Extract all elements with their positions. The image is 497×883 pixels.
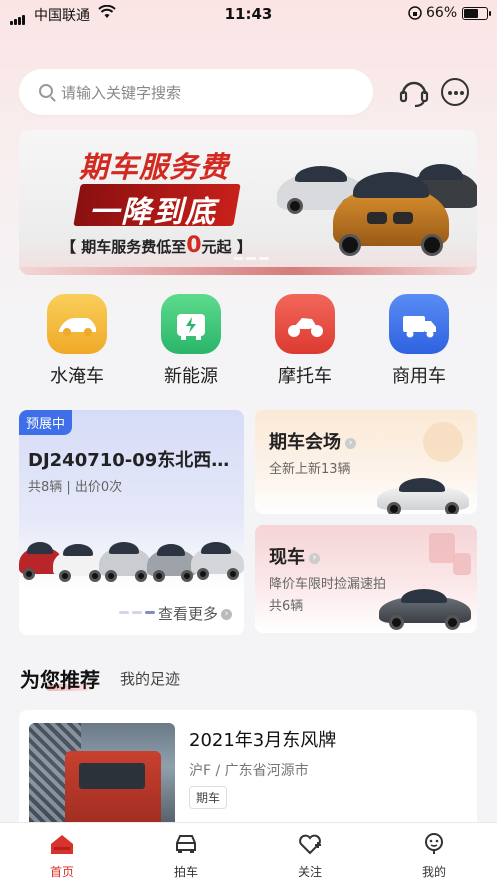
banner-slogan: 一降到底 xyxy=(89,195,217,230)
tab-follow[interactable]: 关注 xyxy=(270,823,350,883)
category-commercial[interactable]: 商用车 xyxy=(374,294,464,388)
customer-service-icon[interactable] xyxy=(398,77,430,109)
preview-pager xyxy=(119,599,158,618)
banner-subtext-prefix: 【 期车服务费低至 xyxy=(61,238,187,256)
price-tag-decoration-icon xyxy=(453,553,471,575)
tab-recommend[interactable]: 为您推荐 xyxy=(20,664,100,693)
preview-car xyxy=(147,544,197,584)
spot-title: 现车 › xyxy=(269,543,320,569)
spot-subtitle: 降价车限时捡漏速拍 xyxy=(269,577,387,592)
category-label: 新能源 xyxy=(164,366,218,387)
preview-meta: 共8辆 | 出价0次 xyxy=(28,480,123,495)
category-flooded-car[interactable]: 水淹车 xyxy=(32,294,122,388)
futures-title-text: 期车会场 xyxy=(269,432,341,453)
flooded-car-icon xyxy=(47,294,107,354)
vehicle-location: 沪F / 广东省河源市 xyxy=(189,763,309,779)
preview-car xyxy=(99,542,151,584)
preview-car xyxy=(53,544,105,584)
chevron-right-icon: › xyxy=(345,437,356,449)
battery-percent: 66% xyxy=(426,5,458,21)
home-icon xyxy=(51,835,73,854)
spot-count: 共6辆 xyxy=(269,599,304,614)
preview-title: DJ240710-09东北西… xyxy=(28,450,230,471)
truck-icon xyxy=(389,294,449,354)
tab-label: 我的 xyxy=(421,865,446,879)
futures-subtitle: 全新上新13辆 xyxy=(269,462,351,477)
banner-pager xyxy=(233,245,272,264)
category-motorcycle[interactable]: 摩托车 xyxy=(260,294,350,388)
search-placeholder: 请输入关键字搜索 xyxy=(61,84,182,102)
futures-car xyxy=(377,476,469,514)
clock: 11:43 xyxy=(224,5,273,23)
category-new-energy[interactable]: 新能源 xyxy=(146,294,236,388)
spot-car xyxy=(379,587,471,633)
banner-car-center xyxy=(333,168,449,258)
spot-title-text: 现车 xyxy=(269,547,305,568)
preview-car xyxy=(191,542,244,582)
vehicle-photo xyxy=(29,723,175,833)
message-icon[interactable] xyxy=(441,78,469,106)
futures-title: 期车会场 › xyxy=(269,428,356,454)
tab-home[interactable]: 首页 xyxy=(22,823,102,883)
new-energy-icon xyxy=(161,294,221,354)
chevron-right-icon: › xyxy=(309,552,320,564)
recommend-item[interactable]: 2021年3月东风牌 沪F / 广东省河源市 期车 xyxy=(19,710,477,840)
banner-headline: 期车服务费 xyxy=(79,150,230,184)
price-tag-decoration-icon xyxy=(429,533,455,563)
category-label: 商用车 xyxy=(392,366,446,387)
see-more-label: 查看更多 xyxy=(157,605,218,623)
category-label: 摩托车 xyxy=(278,366,332,387)
see-more-link[interactable]: 查看更多 › xyxy=(158,603,232,624)
tab-footprint[interactable]: 我的足迹 xyxy=(120,668,180,689)
banner-subtext: 【 期车服务费低至0元起 】 xyxy=(61,233,252,258)
tab-label: 关注 xyxy=(297,865,322,879)
clock-decoration-icon xyxy=(423,422,463,462)
heart-icon xyxy=(299,834,321,855)
bottom-tab-bar: 首页 拍车 关注 我的 xyxy=(0,822,497,883)
tab-label: 拍车 xyxy=(173,865,198,879)
promo-banner[interactable]: 期车服务费 一降到底 【 期车服务费低至0元起 】 xyxy=(19,130,477,275)
motorcycle-icon xyxy=(275,294,335,354)
tab-label: 首页 xyxy=(49,865,74,879)
preview-tag: 预展中 xyxy=(19,410,73,435)
battery-icon xyxy=(462,7,491,20)
status-bar: 中国联通 11:43 66% xyxy=(0,0,497,28)
futures-venue-card[interactable]: 期车会场 › 全新上新13辆 xyxy=(255,410,477,514)
spot-car-card[interactable]: 现车 › 降价车限时捡漏速拍 共6辆 xyxy=(255,525,477,633)
search-bar[interactable]: 请输入关键字搜索 xyxy=(19,69,373,115)
search-icon xyxy=(39,84,53,98)
chevron-right-icon: › xyxy=(221,609,232,620)
tab-mine[interactable]: 我的 xyxy=(394,823,474,883)
rotation-lock-icon xyxy=(408,6,422,23)
vehicle-type-chip: 期车 xyxy=(189,786,228,809)
profile-icon xyxy=(425,833,443,854)
category-label: 水淹车 xyxy=(50,366,104,387)
banner-bottom-decoration xyxy=(19,267,477,275)
vehicle-title: 2021年3月东风牌 xyxy=(189,730,337,751)
banner-subtext-value: 0 xyxy=(186,233,202,258)
tab-auction[interactable]: 拍车 xyxy=(146,823,226,883)
preview-auction-card[interactable]: 预展中 DJ240710-09东北西… 共8辆 | 出价0次 查看更多 › xyxy=(19,410,244,635)
car-icon xyxy=(176,835,196,853)
